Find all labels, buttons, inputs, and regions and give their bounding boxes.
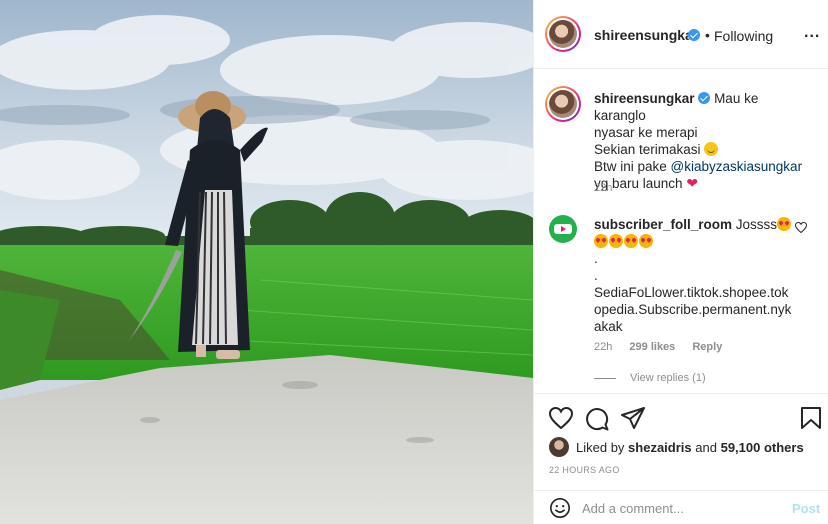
author-avatar[interactable] [545, 16, 581, 52]
verified-badge-icon [688, 29, 700, 41]
replies-divider-line [594, 377, 616, 379]
save-bookmark-icon[interactable] [801, 407, 821, 429]
commenter-username[interactable]: subscriber_foll_room [594, 217, 732, 232]
liked-by-mid: and [695, 439, 717, 455]
caption-text: shireensungkar Mau ke karanglo nyasar ke… [594, 90, 809, 192]
star-eyes-emoji-icon [609, 234, 623, 248]
separator-dot: • [705, 27, 710, 43]
post-timestamp[interactable]: 22 HOURS AGO [549, 465, 620, 475]
liker-avatar[interactable] [549, 437, 569, 457]
commenter-avatar[interactable] [549, 215, 577, 243]
red-heart-emoji-icon: ❤ [686, 175, 699, 191]
emoji-picker-icon[interactable] [549, 497, 571, 519]
comment-likes-count[interactable]: 299 likes [629, 341, 675, 353]
liked-by-summary: Liked by shezaidris and 59,100 others [549, 437, 804, 457]
caption-timestamp[interactable]: 22h [594, 182, 612, 194]
caption-verified-badge-icon [698, 92, 711, 104]
caption-mention-link[interactable]: @kiabyzaskiasungkar [671, 159, 803, 174]
comment-text-start: Jossss [732, 217, 778, 232]
comment-timestamp[interactable]: 22h [594, 341, 612, 353]
youtube-logo-icon [554, 224, 572, 234]
caption-author-avatar[interactable] [545, 86, 581, 122]
comment-like-heart-icon[interactable] [795, 222, 807, 233]
liked-by-user-link[interactable]: shezaidris [628, 440, 692, 455]
caption-line-3: Sekian terimakasi [594, 142, 705, 157]
comment-meta: 22h 299 likes Reply [594, 341, 736, 353]
share-paper-plane-icon[interactable] [621, 407, 645, 429]
post-photo[interactable] [0, 0, 533, 524]
view-replies-label[interactable]: View replies (1) [630, 372, 706, 384]
caption-line-4-prefix: Btw ini pake [594, 159, 671, 174]
add-comment-bar: Post [534, 490, 828, 524]
view-replies-button[interactable]: View replies (1) [594, 372, 706, 384]
liked-by-prefix: Liked by [576, 439, 625, 455]
following-button[interactable]: Following [714, 28, 773, 44]
comment-text: subscriber_foll_room Jossss . . SediaFoL… [594, 216, 794, 335]
post-side-panel: shireensungkar • Following ... shireensu… [533, 0, 828, 524]
star-eyes-emoji-icon [639, 234, 653, 248]
more-options-icon[interactable]: ... [804, 24, 820, 42]
comment-bubble-icon[interactable] [585, 407, 609, 431]
like-heart-icon[interactable] [549, 407, 573, 429]
post-comment-button[interactable]: Post [792, 501, 820, 516]
star-eyes-emoji-icon [594, 234, 608, 248]
star-eyes-emoji-icon [624, 234, 638, 248]
caption-line-2: nyasar ke merapi [594, 125, 698, 140]
photo-scene [0, 0, 533, 524]
liked-by-count-link[interactable]: 59,100 others [721, 440, 804, 455]
post-header: shireensungkar • Following ... [534, 0, 828, 69]
post-actions: Liked by shezaidris and 59,100 others 22… [534, 393, 828, 523]
comment-input[interactable] [582, 497, 772, 519]
comment-reply-button[interactable]: Reply [692, 341, 722, 353]
author-username[interactable]: shireensungkar [594, 27, 698, 43]
star-eyes-emoji-icon [777, 217, 792, 231]
comment-text-body: . . SediaFoLlower.tiktok.shopee.tokopedi… [594, 251, 792, 334]
smile-emoji-icon [704, 142, 719, 156]
caption-username[interactable]: shireensungkar [594, 91, 695, 106]
